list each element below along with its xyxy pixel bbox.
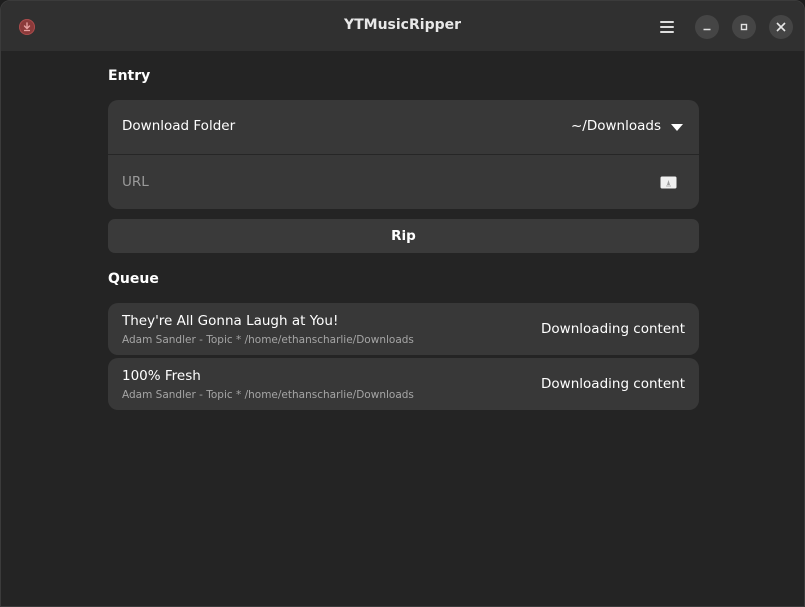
entry-card: Download Folder ~/Downloads	[108, 100, 699, 209]
queue-item-title: They're All Gonna Laugh at You!	[122, 313, 339, 329]
close-icon	[776, 22, 786, 32]
queue-item-status: Downloading content	[541, 321, 685, 337]
hamburger-menu-button[interactable]	[653, 13, 681, 41]
url-row[interactable]	[108, 155, 699, 209]
download-folder-row[interactable]: Download Folder ~/Downloads	[108, 100, 699, 154]
queue-item[interactable]: 100% Fresh Adam Sandler - Topic * /home/…	[108, 358, 699, 410]
hamburger-menu-line	[660, 31, 674, 33]
rip-button[interactable]: Rip	[108, 219, 699, 253]
hamburger-menu-line	[660, 26, 674, 28]
hamburger-menu-icon	[660, 21, 674, 23]
queue-heading: Queue	[108, 271, 159, 287]
title-bar[interactable]: YTMusicRipper	[1, 1, 804, 51]
queue-item-title: 100% Fresh	[122, 368, 201, 384]
url-input[interactable]	[108, 155, 699, 209]
download-folder-label: Download Folder	[122, 118, 236, 134]
maximize-icon	[740, 23, 748, 31]
queue-item[interactable]: They're All Gonna Laugh at You! Adam San…	[108, 303, 699, 355]
download-folder-value[interactable]: ~/Downloads	[571, 118, 661, 134]
queue-item-subtitle: Adam Sandler - Topic * /home/ethanscharl…	[122, 389, 414, 401]
queue-item-status: Downloading content	[541, 376, 685, 392]
minimize-button[interactable]	[695, 15, 719, 39]
queue-item-subtitle: Adam Sandler - Topic * /home/ethanscharl…	[122, 334, 414, 346]
entry-heading: Entry	[108, 68, 151, 84]
paste-icon[interactable]	[660, 176, 677, 189]
minimize-icon	[703, 28, 711, 31]
close-button[interactable]	[769, 15, 793, 39]
maximize-button[interactable]	[732, 15, 756, 39]
app-window: YTMusicRipper Entry Download Folder ~/Do…	[0, 0, 805, 607]
window-title: YTMusicRipper	[343, 17, 462, 33]
chevron-down-icon[interactable]	[671, 124, 683, 131]
